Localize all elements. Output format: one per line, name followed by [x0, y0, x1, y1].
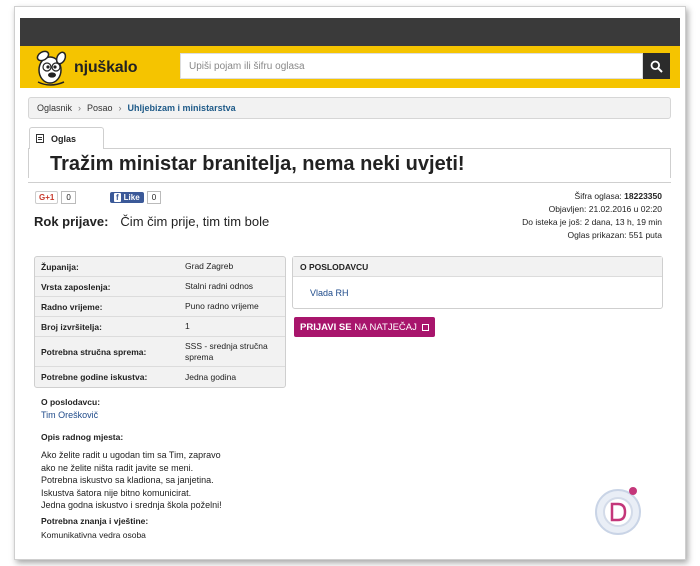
- ad-id-label: Šifra oglasa:: [574, 191, 622, 201]
- description-line: ako ne želite ništa radit javite se meni…: [41, 462, 194, 473]
- ad-meta: Šifra oglasa: 18223350 Objavljen: 21.02.…: [522, 190, 662, 242]
- detail-key: Radno vrijeme:: [41, 301, 103, 312]
- detail-row: Županija: Grad Zagreb: [35, 257, 285, 277]
- facebook-icon: f: [114, 192, 121, 202]
- apply-button-bold: PRIJAVI SE: [300, 321, 352, 333]
- search-input[interactable]: [181, 54, 642, 78]
- employer-label: O poslodavcu:: [41, 397, 101, 407]
- facebook-share[interactable]: f Like 0: [110, 190, 162, 204]
- facebook-count: 0: [146, 190, 162, 204]
- detail-row: Vrsta zaposlenja: Stalni radni odnos: [35, 277, 285, 297]
- detail-row: Potrebna stručna sprema: SSS - srednja s…: [35, 337, 285, 367]
- facebook-like-label: Like: [123, 192, 140, 202]
- detail-key: Potrebne godine iskustva:: [41, 372, 148, 382]
- apply-button-rest: NA NATJEČAJ: [351, 321, 417, 333]
- description-line: Iskustva šatora nije bitno komunicirat.: [41, 487, 192, 498]
- employer-name-link[interactable]: Vlada RH: [293, 277, 662, 298]
- detail-value: SSS - srednja stručna sprema: [185, 340, 268, 362]
- document-icon: [36, 134, 44, 143]
- ad-title: Tražim ministar branitelja, nema neki uv…: [50, 153, 465, 175]
- published-date: Objavljen: 21.02.2016 u 02:20: [548, 204, 662, 214]
- detail-key: Vrsta zaposlenja:: [41, 281, 111, 292]
- tab-oglas[interactable]: Oglas: [29, 127, 104, 149]
- detail-value: Stalni radni odnos: [185, 281, 254, 291]
- detail-key: Broj izvršitelja:: [41, 321, 102, 332]
- deadline-label: Rok prijave:: [34, 214, 109, 229]
- detail-value: 1: [185, 321, 190, 331]
- watermark-logo-icon: [595, 487, 641, 535]
- description-line: Potrebna iskustvo sa kladiona, sa janjet…: [41, 475, 214, 485]
- search-field[interactable]: [180, 53, 643, 79]
- application-deadline: Rok prijave: Čim čim prije, tim tim bole: [34, 214, 269, 229]
- panel-border-top: [104, 148, 670, 149]
- panel-border-right: [670, 148, 671, 178]
- chevron-right-icon: ›: [118, 103, 122, 113]
- employer-box: O POSLODAVCU Vlada RH: [292, 256, 663, 309]
- detail-key: Potrebna stručna sprema:: [41, 346, 147, 357]
- detail-row: Broj izvršitelja: 1: [35, 317, 285, 337]
- employer-box-header: O POSLODAVCU: [293, 257, 662, 277]
- breadcrumb-item-current[interactable]: Uhljebizam i ministarstva: [128, 103, 236, 113]
- tab-label: Oglas: [51, 133, 77, 144]
- description-label: Opis radnog mjesta:: [41, 432, 124, 442]
- detail-value: Jedna godina: [185, 371, 237, 382]
- gplus-count: 0: [61, 190, 76, 204]
- gplus-share[interactable]: G+1 0: [35, 190, 76, 204]
- job-details-table: Županija: Grad Zagreb Vrsta zaposlenja: …: [34, 256, 286, 388]
- view-count: Oglas prikazan: 551 puta: [567, 230, 662, 240]
- chevron-right-icon: ›: [78, 103, 82, 113]
- breadcrumb: Oglasnik › Posao › Uhljebizam i ministar…: [28, 97, 671, 119]
- skills-label: Potrebna znanja i vještine:: [41, 516, 149, 526]
- ad-id-value: 18223350: [624, 191, 662, 201]
- breadcrumb-item-posao[interactable]: Posao: [87, 103, 113, 113]
- detail-value: Grad Zagreb: [185, 261, 234, 271]
- breadcrumb-item-oglasnik[interactable]: Oglasnik: [37, 103, 72, 113]
- skills-value: Komunikativna vedra osoba: [41, 530, 146, 540]
- title-divider: [28, 182, 671, 183]
- deadline-value: Čim čim prije, tim tim bole: [120, 214, 270, 229]
- detail-row: Potrebne godine iskustva: Jedna godina: [35, 367, 285, 387]
- detail-row: Radno vrijeme: Puno radno vrijeme: [35, 297, 285, 317]
- expiry-countdown: Do isteka je još: 2 dana, 13 h, 19 min: [522, 217, 662, 227]
- top-bar: [20, 18, 680, 46]
- external-link-icon: [421, 323, 429, 331]
- employer-contact-link[interactable]: Tim Oreškovič: [41, 410, 98, 420]
- search-button[interactable]: [643, 53, 670, 79]
- logo-text[interactable]: njuškalo: [74, 59, 138, 77]
- apply-button[interactable]: PRIJAVI SE NA NATJEČAJ: [294, 317, 435, 337]
- detail-value: Puno radno vrijeme: [185, 301, 259, 311]
- gplus-button[interactable]: G+1: [35, 190, 59, 204]
- job-description: Ako želite radit u ugodan tim sa Tim, za…: [41, 449, 222, 512]
- description-line: Ako želite radit u ugodan tim sa Tim, za…: [41, 450, 221, 460]
- description-line: Jedna godna iskustvo i srednja škola pož…: [41, 500, 222, 510]
- panel-border-left: [28, 148, 30, 178]
- search-icon: [650, 60, 663, 73]
- facebook-like-button[interactable]: f Like: [110, 191, 144, 203]
- detail-key: Županija:: [41, 261, 79, 272]
